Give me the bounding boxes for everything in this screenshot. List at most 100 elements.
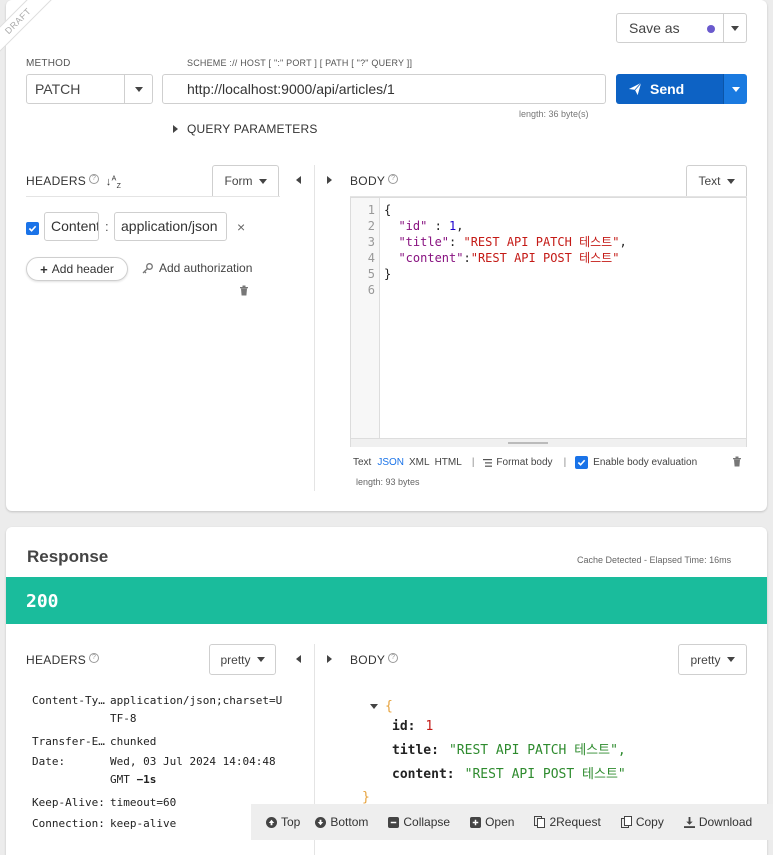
collapse-button[interactable]: Collapse <box>388 815 450 829</box>
save-as-button[interactable]: Save as <box>616 13 724 43</box>
help-icon[interactable]: ? <box>388 174 399 184</box>
header-value-value: application/json <box>121 218 218 234</box>
format-json[interactable]: JSON <box>377 457 404 468</box>
response-body-mode-select[interactable]: pretty <box>678 644 747 675</box>
method-value: PATCH <box>35 81 81 97</box>
collapse-json-icon[interactable] <box>370 703 378 709</box>
line-number: 5 <box>367 267 375 281</box>
body-mode-label: pretty <box>690 652 721 667</box>
download-icon <box>683 816 695 828</box>
copy-file-icon <box>534 816 546 828</box>
body-format-toolbar: Text JSON XML HTML | Format body | Enabl… <box>353 456 697 469</box>
chevron-down-icon <box>726 178 735 184</box>
format-body-button[interactable]: Format body <box>483 457 553 468</box>
add-authorization-link[interactable]: Add authorization <box>142 261 252 275</box>
code-token: { <box>384 203 392 217</box>
method-select[interactable]: PATCH <box>26 74 153 104</box>
collapse-left-icon[interactable] <box>296 655 301 663</box>
key-icon <box>142 263 153 274</box>
send-button[interactable]: Send <box>616 74 723 104</box>
chevron-right-icon <box>173 125 178 133</box>
open-button[interactable]: Open <box>470 815 514 829</box>
body-editor[interactable]: 1 2 3 4 5 6 { "id" : 1, "title": "REST API PA… <box>350 197 747 447</box>
plus-square-icon <box>470 816 482 828</box>
json-field: title: "REST API PATCH 테스트", <box>392 739 626 763</box>
format-xml[interactable]: XML <box>409 457 430 468</box>
header-colon: : <box>105 219 109 234</box>
collapse-right-icon[interactable] <box>327 655 332 663</box>
headers-mode-label: pretty <box>220 652 251 667</box>
format-html[interactable]: HTML <box>435 457 462 468</box>
draft-badge: DRAFT <box>0 0 60 60</box>
response-header-value-text: application/json;charset=UTF-8 <box>110 694 283 725</box>
response-header-key: Date: <box>32 755 66 768</box>
code-line: "id" : 1, <box>384 218 627 234</box>
clipboard-icon <box>620 816 632 828</box>
arrow-up-circle-icon <box>266 816 277 828</box>
header-name-input[interactable]: Content-Type <box>44 212 99 241</box>
body-type-label: Text <box>698 174 721 188</box>
json-field: id: 1 <box>392 715 626 739</box>
chevron-down-icon <box>731 25 739 31</box>
url-input[interactable]: http://localhost:9000/api/articles/1 <box>162 74 606 104</box>
editor-resize-bar[interactable] <box>351 438 746 447</box>
download-button[interactable]: Download <box>683 815 752 829</box>
help-icon[interactable]: ? <box>388 653 399 663</box>
sort-icon[interactable]: ↓AZ <box>106 175 121 190</box>
to-request-button[interactable]: 2Request <box>534 815 601 829</box>
headers-title: HEADERS? ↓AZ <box>26 174 122 191</box>
code-token: , <box>619 235 627 249</box>
enable-eval-checkbox[interactable] <box>575 456 589 469</box>
url-length: length: 36 byte(s) <box>519 109 589 119</box>
header-value-input[interactable]: application/json <box>114 212 227 241</box>
panel-divider <box>314 165 315 491</box>
response-header-value-text: keep-alive <box>110 817 177 830</box>
url-value: http://localhost:9000/api/articles/1 <box>187 81 395 97</box>
collapse-left-icon[interactable] <box>296 176 301 184</box>
trash-icon[interactable] <box>239 285 249 296</box>
code-token: "id" <box>398 219 428 233</box>
collapse-right-icon[interactable] <box>327 176 332 184</box>
remove-header-icon[interactable]: × <box>237 219 245 235</box>
method-label: METHOD <box>26 58 71 69</box>
scroll-top-button[interactable]: Top <box>266 815 300 829</box>
response-headers-mode-select[interactable]: pretty <box>209 644 276 675</box>
format-text[interactable]: Text <box>353 457 371 468</box>
url-label: SCHEME :// HOST [ ":" PORT ] [ PATH [ "?… <box>187 58 413 68</box>
header-name-value: Content-Type <box>51 218 98 234</box>
trash-icon[interactable] <box>732 456 742 467</box>
help-icon[interactable]: ? <box>89 653 100 663</box>
response-header-value: Wed, 03 Jul 2024 14:04:48 GMT −1s <box>110 753 288 789</box>
chevron-down-icon <box>256 657 265 662</box>
line-number: 6 <box>367 283 375 297</box>
response-header-value-text: chunked <box>110 735 157 748</box>
code-area: { "id" : 1, "title": "REST API PATCH 테스트… <box>384 202 627 298</box>
code-token: : <box>427 219 450 233</box>
headers-form-select[interactable]: Form <box>212 165 279 196</box>
code-line: { <box>384 202 627 218</box>
body-type-select[interactable]: Text <box>686 165 747 196</box>
code-token: } <box>384 267 392 281</box>
query-parameters-toggle[interactable]: QUERY PARAMETERS <box>173 122 318 136</box>
status-bar: 200 <box>6 577 767 624</box>
scroll-bottom-button[interactable]: Bottom <box>315 815 368 829</box>
response-header-key: Transfer-E… <box>32 735 105 748</box>
code-line: "title": "REST API PATCH 테스트", <box>384 234 627 250</box>
header-enabled-checkbox[interactable] <box>26 222 39 235</box>
paper-plane-icon <box>628 82 642 96</box>
response-headers-title: HEADERS? <box>26 653 100 667</box>
response-header-key: Keep-Alive: <box>32 796 105 809</box>
help-icon[interactable]: ? <box>89 174 100 184</box>
chevron-down-icon <box>731 86 740 92</box>
add-header-button[interactable]: + Add header <box>26 257 128 281</box>
json-value: 1 <box>425 719 434 734</box>
status-code: 200 <box>26 591 59 612</box>
code-token: : <box>463 251 471 265</box>
save-as-dropdown-button[interactable] <box>723 13 747 43</box>
response-header-value-text: Wed, 03 Jul 2024 14:04:48 GMT <box>110 755 276 786</box>
plus-icon: + <box>40 261 48 277</box>
send-dropdown-button[interactable] <box>723 74 747 104</box>
code-token: "REST API PATCH 테스트" <box>463 235 620 249</box>
copy-button[interactable]: Copy <box>620 815 664 829</box>
